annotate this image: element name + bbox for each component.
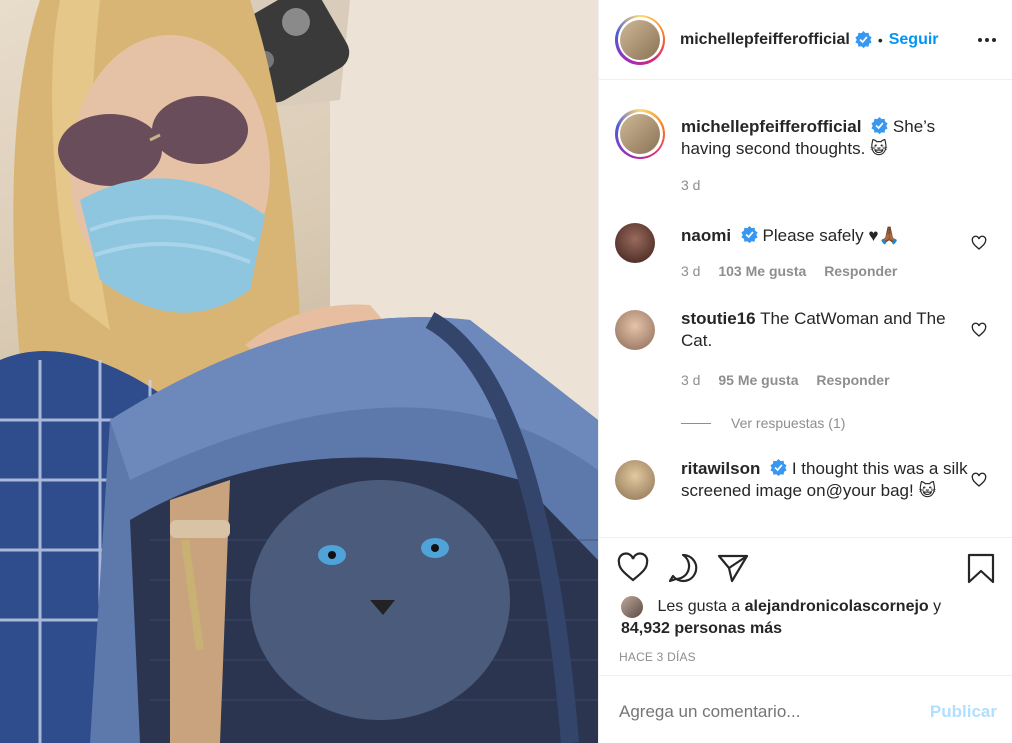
verified-badge-icon: [855, 31, 872, 48]
comment-avatar[interactable]: [615, 223, 655, 263]
comment-text: Please safely ♥🙏🏾: [762, 226, 900, 245]
comment-row: ritawilson I thought this was a silk scr…: [615, 458, 995, 537]
post-header: michellepfeifferofficial • Seguir: [599, 0, 1012, 80]
comment-likes[interactable]: 95 Me gusta: [718, 372, 798, 388]
comment-avatar[interactable]: [615, 460, 655, 500]
author-avatar[interactable]: [615, 14, 665, 65]
comment-time[interactable]: 3 d: [681, 372, 700, 388]
liker-avatar[interactable]: [621, 596, 643, 618]
reply-button[interactable]: Responder: [824, 263, 897, 279]
comment-body: ritawilson I thought this was a silk scr…: [681, 458, 971, 502]
author-username[interactable]: michellepfeifferofficial: [680, 31, 850, 49]
likes-count[interactable]: 84,932 personas más: [621, 620, 782, 637]
reply-button[interactable]: Responder: [816, 372, 889, 388]
comment-row: stoutie16 The CatWoman and The Cat. 3 d …: [615, 308, 995, 400]
comment-meta: 3 d 95 Me gusta Responder: [681, 372, 904, 388]
follow-button[interactable]: Seguir: [889, 31, 939, 49]
caption-body: michellepfeifferofficial She’s having se…: [681, 116, 971, 160]
comment-meta: 3 d 103 Me gusta Responder: [681, 263, 911, 279]
post-comment-button[interactable]: Publicar: [930, 702, 997, 722]
share-icon[interactable]: [717, 552, 749, 584]
post-timestamp[interactable]: HACE 3 DÍAS: [619, 650, 696, 664]
comment-body: stoutie16 The CatWoman and The Cat.: [681, 308, 971, 352]
comment-username[interactable]: naomi: [681, 226, 731, 245]
comment-body: naomi Please safely ♥🙏🏾: [681, 225, 971, 247]
add-comment-bar: Publicar: [599, 675, 1012, 743]
liker-username[interactable]: alejandronicolascornejo: [745, 598, 929, 615]
comment-row: naomi Please safely ♥🙏🏾 3 d 103 Me gusta…: [615, 223, 995, 283]
heart-icon[interactable]: [971, 235, 987, 251]
heart-icon[interactable]: [971, 472, 987, 488]
likes-prefix: Les gusta a: [657, 598, 741, 616]
separator-dot: •: [877, 31, 883, 48]
heart-icon[interactable]: [971, 322, 987, 338]
caption-avatar[interactable]: [615, 109, 665, 159]
comment-input[interactable]: [619, 702, 909, 722]
caption-meta: 3 d: [681, 177, 714, 193]
post-side-panel: michellepfeifferofficial • Seguir michel…: [598, 0, 1012, 743]
verified-badge-icon: [770, 459, 787, 476]
comments-list[interactable]: michellepfeifferofficial She’s having se…: [599, 81, 1012, 537]
bookmark-icon[interactable]: [965, 552, 997, 584]
comment-username[interactable]: ritawilson: [681, 459, 760, 478]
photo-illustration: [0, 0, 598, 743]
post-actions: Les gusta a alejandronicolascornejo y 84…: [599, 537, 1012, 675]
likes-conj: y: [933, 598, 942, 616]
view-replies-label: Ver respuestas (1): [731, 415, 846, 431]
caption-time[interactable]: 3 d: [681, 177, 700, 193]
more-options-icon[interactable]: [977, 30, 997, 50]
comment-icon[interactable]: [667, 552, 699, 584]
comment-time[interactable]: 3 d: [681, 263, 700, 279]
verified-badge-icon: [741, 226, 758, 243]
comment-username[interactable]: stoutie16: [681, 309, 756, 328]
likes-summary: Les gusta a alejandronicolascornejo y 84…: [621, 596, 941, 640]
view-replies-button[interactable]: Ver respuestas (1): [681, 415, 845, 431]
comment-avatar[interactable]: [615, 310, 655, 350]
caption-username[interactable]: michellepfeifferofficial: [681, 117, 861, 136]
caption-row: michellepfeifferofficial She’s having se…: [615, 109, 995, 199]
heart-icon[interactable]: [617, 552, 649, 584]
comment-likes[interactable]: 103 Me gusta: [718, 263, 806, 279]
post-photo[interactable]: [0, 0, 598, 743]
verified-badge-icon: [871, 117, 888, 134]
